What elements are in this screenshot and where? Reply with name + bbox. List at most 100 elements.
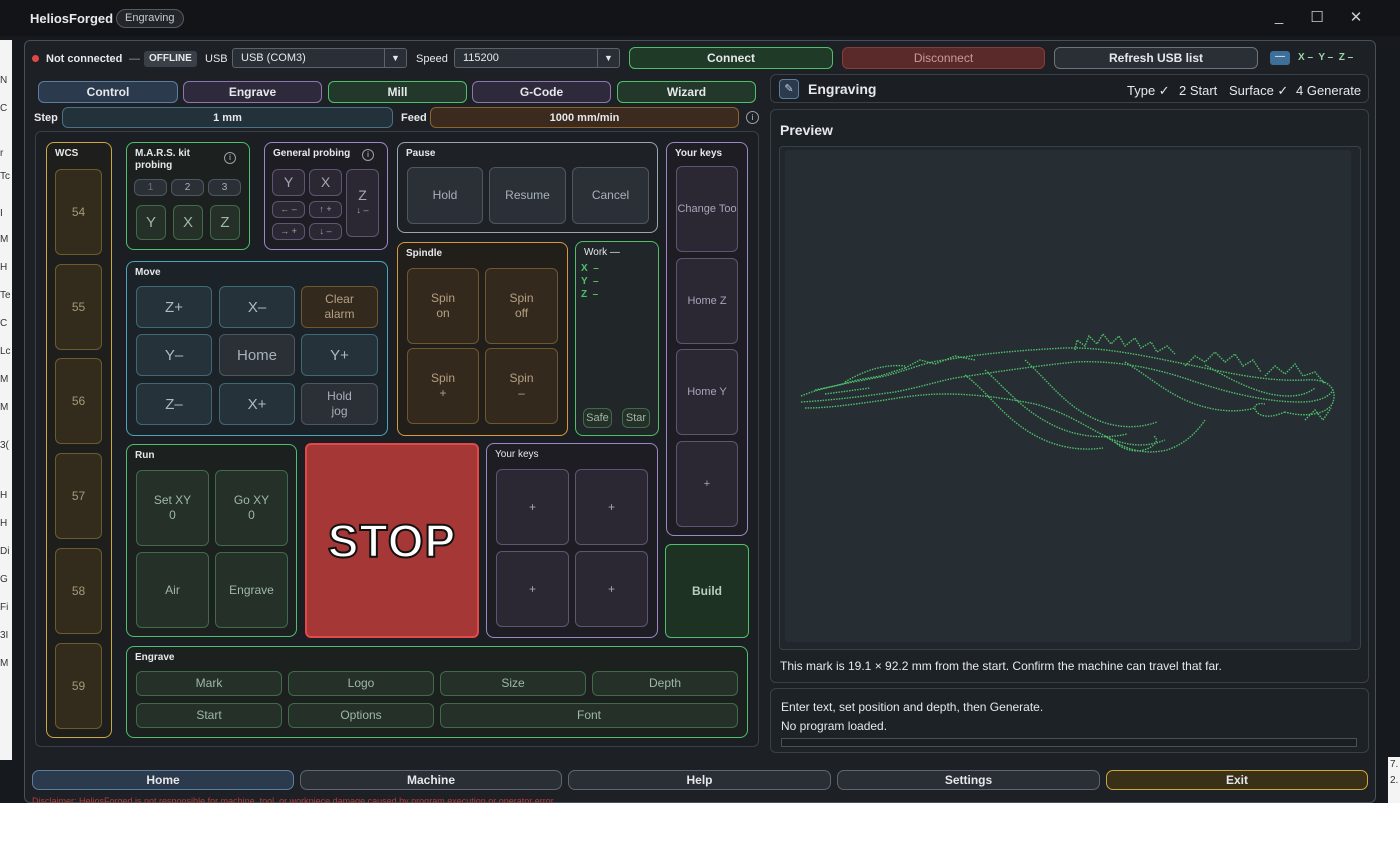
status-dot-icon <box>32 55 39 62</box>
custom-key-4-button[interactable]: + <box>575 551 648 627</box>
hold-button[interactable]: Hold <box>407 167 483 224</box>
wcs-g54-button[interactable]: 54 <box>55 169 102 255</box>
feed-selector[interactable]: 1000 mm/min <box>430 107 739 128</box>
general-probe-y-button[interactable]: Y <box>272 169 305 196</box>
close-icon[interactable]: ✕ <box>1341 8 1371 26</box>
wizard-step-start[interactable]: 2 Start <box>1179 83 1217 98</box>
general-probe-z-button[interactable]: Z ↓ – <box>346 169 379 237</box>
engrave-start-button[interactable]: Start <box>136 703 282 728</box>
stop-label: STOP <box>327 514 457 568</box>
change-tool-button[interactable]: Change Too <box>676 166 738 252</box>
wcs-g58-button[interactable]: 58 <box>55 548 102 634</box>
usb-port-select[interactable]: USB (COM3) ▼ <box>232 48 407 68</box>
spindle-on-button[interactable]: Spin on <box>407 268 479 344</box>
probe-z-button[interactable]: Z <box>210 205 240 240</box>
jog-x-minus-button[interactable]: X– <box>219 286 295 328</box>
engrave-font-button[interactable]: Font <box>440 703 738 728</box>
home-button[interactable]: Home <box>219 334 295 376</box>
hold-jog-button[interactable]: Hold jog <box>301 383 378 425</box>
jog-z-minus-button[interactable]: Z– <box>136 383 212 425</box>
engrave-depth-button[interactable]: Depth <box>592 671 738 696</box>
connect-button[interactable]: Connect <box>629 47 833 69</box>
set-xy-zero-button[interactable]: Set XY 0 <box>136 470 209 546</box>
minimize-icon[interactable]: _ <box>1264 8 1294 25</box>
disconnect-button[interactable]: Disconnect <box>842 47 1045 69</box>
work-y-readout: Y – <box>581 276 599 287</box>
wcs-title: WCS <box>55 148 79 159</box>
custom-key-2-button[interactable]: + <box>575 469 648 545</box>
probe-x-button[interactable]: X <box>173 205 203 240</box>
usb-label: USB <box>205 53 228 65</box>
engrave-size-button[interactable]: Size <box>440 671 586 696</box>
chevron-down-icon: ▼ <box>384 49 406 67</box>
probe-y-button[interactable]: Y <box>136 205 166 240</box>
wcs-g55-button[interactable]: 55 <box>55 264 102 350</box>
dragon-engraving-preview <box>800 332 1335 453</box>
nav-machine-button[interactable]: Machine <box>300 770 562 790</box>
nav-settings-button[interactable]: Settings <box>837 770 1100 790</box>
emergency-stop-button[interactable]: STOP <box>305 443 479 638</box>
wcs-panel: WCS 54 55 56 57 58 59 <box>46 142 112 738</box>
info-icon[interactable]: i <box>362 149 374 161</box>
collapse-icon[interactable]: — <box>1270 51 1290 65</box>
wcs-g57-button[interactable]: 57 <box>55 453 102 539</box>
home-z-button[interactable]: Home Z <box>676 258 738 344</box>
nav-home-button[interactable]: Home <box>32 770 294 790</box>
air-button[interactable]: Air <box>136 552 209 628</box>
tab-control[interactable]: Control <box>38 81 178 103</box>
spindle-decrease-button[interactable]: Spin – <box>485 348 558 424</box>
wizard-step-generate[interactable]: 4 Generate <box>1296 83 1361 98</box>
background-window-edge: N Cr Tc I M H Te C Lc M M 3(H H Di G Fi 3I M <box>0 40 12 760</box>
clear-alarm-button[interactable]: Clear alarm <box>301 286 378 328</box>
refresh-usb-button[interactable]: Refresh USB list <box>1054 47 1258 69</box>
probe-step-2-button[interactable]: 2 <box>171 179 204 196</box>
spindle-off-button[interactable]: Spin off <box>485 268 558 344</box>
tab-gcode[interactable]: G-Code <box>472 81 611 103</box>
jog-x-plus-button[interactable]: X+ <box>219 383 295 425</box>
tab-wizard[interactable]: Wizard <box>617 81 756 103</box>
jog-z-plus-button[interactable]: Z+ <box>136 286 212 328</box>
probe-step-1-button[interactable]: 1 <box>134 179 167 196</box>
probe-x-minus-button[interactable]: ← – <box>272 201 305 218</box>
start-button[interactable]: Star <box>622 408 650 428</box>
baud-rate-select[interactable]: 115200 ▼ <box>454 48 620 68</box>
add-custom-key-button[interactable]: + <box>676 441 738 527</box>
probe-y-minus-button[interactable]: ↓ – <box>309 223 342 240</box>
pencil-icon[interactable]: ✎ <box>779 79 799 99</box>
engrave-mark-button[interactable]: Mark <box>136 671 282 696</box>
go-xy-zero-button[interactable]: Go XY 0 <box>215 470 288 546</box>
step-selector[interactable]: 1 mm <box>62 107 393 128</box>
custom-key-3-button[interactable]: + <box>496 551 569 627</box>
spindle-panel: Spindle Spin on Spin off Spin + Spin – <box>397 242 568 436</box>
jog-y-minus-button[interactable]: Y– <box>136 334 212 376</box>
wizard-step-surface[interactable]: Surface ✓ <box>1229 83 1288 99</box>
custom-key-1-button[interactable]: + <box>496 469 569 545</box>
nav-help-button[interactable]: Help <box>568 770 831 790</box>
probe-y-plus-button[interactable]: ↑ + <box>309 201 342 218</box>
spindle-increase-button[interactable]: Spin + <box>407 348 479 424</box>
build-button[interactable]: Build <box>665 544 749 638</box>
general-probe-x-button[interactable]: X <box>309 169 342 196</box>
exit-button[interactable]: Exit <box>1106 770 1368 790</box>
resume-button[interactable]: Resume <box>489 167 566 224</box>
info-icon[interactable]: i <box>224 152 236 164</box>
engrave-run-button[interactable]: Engrave <box>215 552 288 628</box>
engrave-logo-button[interactable]: Logo <box>288 671 434 696</box>
your-keys-side-title: Your keys <box>675 148 723 159</box>
wcs-g56-button[interactable]: 56 <box>55 358 102 444</box>
probe-x-plus-button[interactable]: → + <box>272 223 305 240</box>
engrave-title: Engrave <box>135 652 175 663</box>
jog-y-plus-button[interactable]: Y+ <box>301 334 378 376</box>
safe-button[interactable]: Safe <box>583 408 612 428</box>
wcs-g59-button[interactable]: 59 <box>55 643 102 729</box>
cancel-button[interactable]: Cancel <box>572 167 649 224</box>
tab-engrave[interactable]: Engrave <box>183 81 322 103</box>
info-icon[interactable]: i <box>746 111 759 124</box>
tab-mill[interactable]: Mill <box>328 81 467 103</box>
wizard-step-type[interactable]: Type ✓ <box>1127 83 1170 99</box>
engrave-options-button[interactable]: Options <box>288 703 434 728</box>
status-instructions: Enter text, set position and depth, then… <box>781 700 1044 714</box>
home-y-button[interactable]: Home Y <box>676 349 738 435</box>
probe-step-3-button[interactable]: 3 <box>208 179 241 196</box>
maximize-icon[interactable]: ☐ <box>1302 8 1332 26</box>
